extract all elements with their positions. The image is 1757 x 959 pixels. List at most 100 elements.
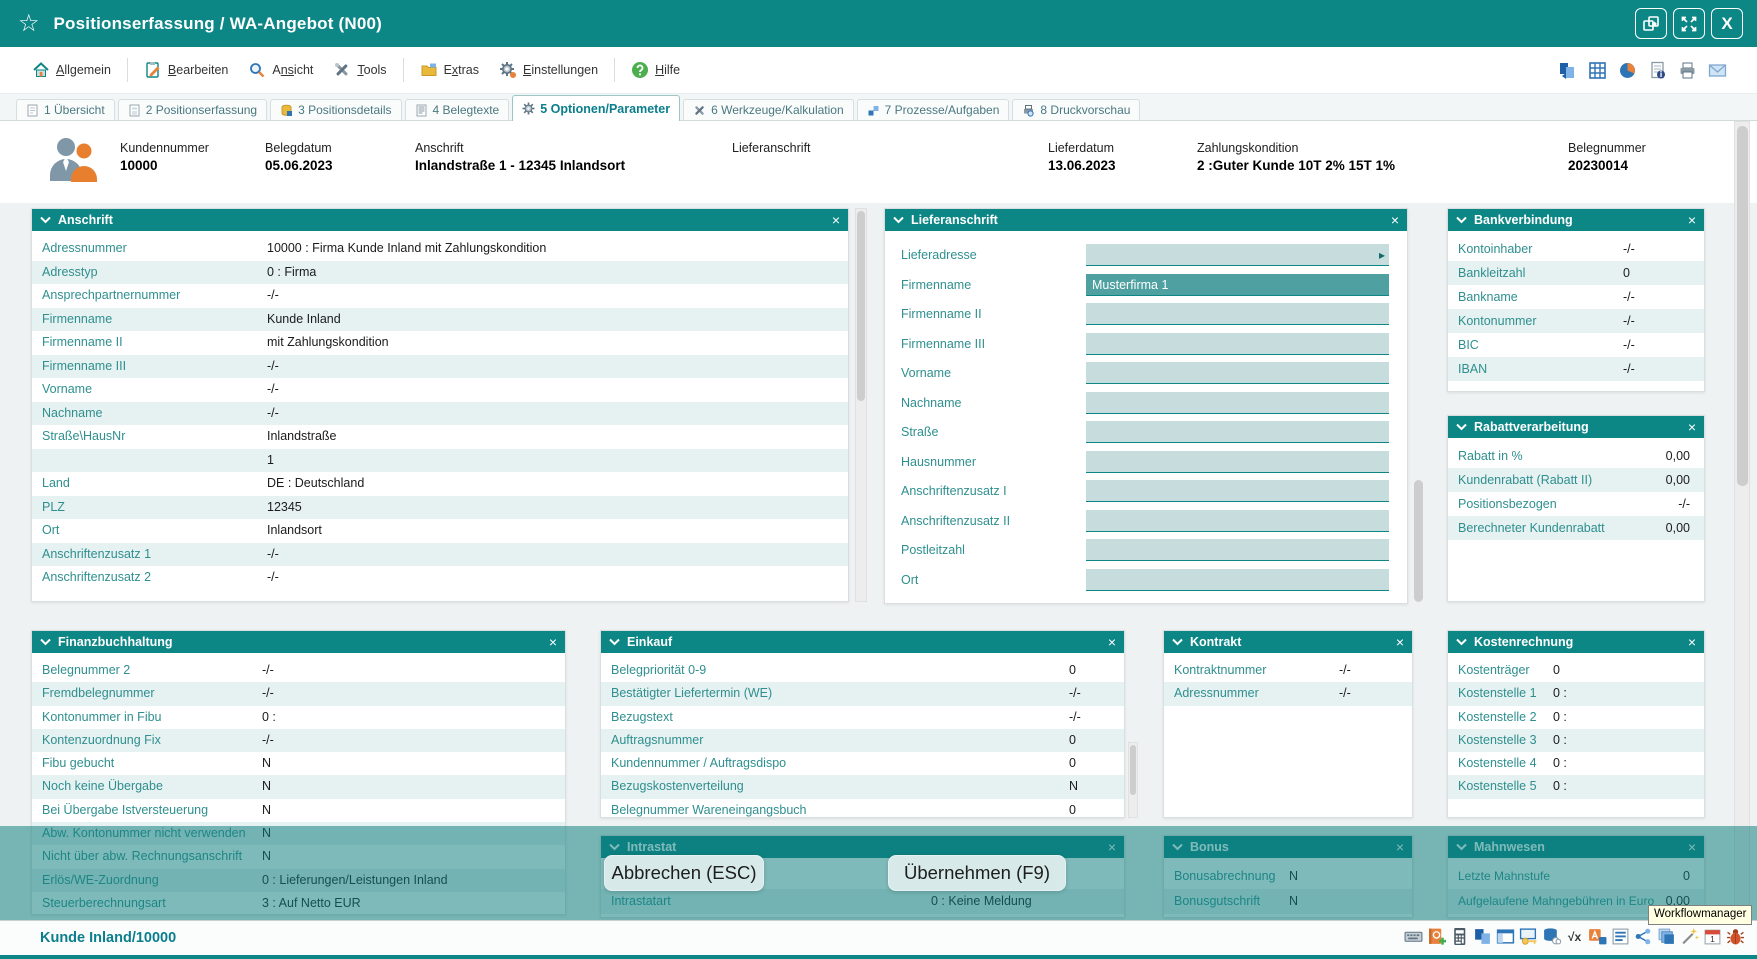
- close-icon[interactable]: [1396, 635, 1404, 649]
- field-value: Inlandstraße: [267, 425, 336, 449]
- field-value: 0 :: [1553, 706, 1567, 729]
- tab-prozesse-aufgaben[interactable]: 7 Prozesse/Aufgaben: [857, 99, 1010, 120]
- field-value: -/-: [1623, 357, 1635, 381]
- tab-druckvorschau[interactable]: 8 Druckvorschau: [1012, 99, 1140, 120]
- layers-icon[interactable]: [1657, 927, 1676, 946]
- text-input[interactable]: [1086, 333, 1389, 355]
- statusbar-accent-line: [0, 955, 1757, 959]
- field-row: Noch keine ÜbergabeN: [32, 775, 565, 798]
- chevron-down-icon[interactable]: [1172, 638, 1183, 646]
- tab-werkzeuge-kalkulation[interactable]: 6 Werkzeuge/Kalkulation: [683, 99, 854, 120]
- chevron-down-icon[interactable]: [609, 638, 620, 646]
- close-window-button[interactable]: X: [1711, 8, 1743, 39]
- field-value: -/-: [267, 355, 279, 379]
- field-row: OrtInlandsort: [32, 519, 848, 543]
- input-field-row: Anschriftenzusatz II: [885, 507, 1407, 537]
- text-input[interactable]: [1086, 362, 1389, 384]
- close-icon[interactable]: [1391, 213, 1399, 227]
- list-view-icon[interactable]: [1611, 927, 1630, 946]
- field-label: Rabatt in %: [1458, 444, 1523, 468]
- text-input[interactable]: [1086, 569, 1389, 591]
- close-icon[interactable]: [1688, 213, 1696, 227]
- field-row: Adresstyp0 : Firma: [32, 261, 848, 285]
- menu-separator: [403, 58, 404, 82]
- menu-item-label: Ansicht: [272, 63, 313, 77]
- text-input[interactable]: Musterfirma 1: [1086, 274, 1389, 296]
- contacts-book-icon[interactable]: [1427, 927, 1446, 946]
- menu-item-hilfe[interactable]: Hilfe: [621, 56, 690, 84]
- text-input[interactable]: [1086, 244, 1389, 266]
- field-row: Bezugstext-/-: [601, 706, 1124, 729]
- text-input[interactable]: [1086, 510, 1389, 532]
- translate-icon[interactable]: [1588, 927, 1607, 946]
- field-label: Bestätigter Liefertermin (WE): [611, 682, 772, 705]
- keyboard-icon[interactable]: [1404, 927, 1423, 946]
- bug-icon[interactable]: [1726, 927, 1745, 946]
- database-sync-icon[interactable]: [1542, 927, 1561, 946]
- cancel-button[interactable]: Abbrechen (ESC): [604, 855, 764, 891]
- menu-item-tools[interactable]: Tools: [323, 56, 396, 84]
- page-scrollbar[interactable]: [1734, 121, 1750, 920]
- menu-item-ansicht[interactable]: Ansicht: [238, 56, 323, 84]
- close-icon[interactable]: [1688, 635, 1696, 649]
- maximize-button[interactable]: [1673, 8, 1705, 39]
- magic-wand-icon[interactable]: [1680, 927, 1699, 946]
- favorite-star-icon[interactable]: ☆: [18, 12, 40, 36]
- field-label: Kontenzuordnung Fix: [42, 729, 161, 752]
- input-field-row: Firmenname II: [885, 300, 1407, 330]
- menu-item-bearbeiten[interactable]: Bearbeiten: [134, 56, 238, 84]
- window-key-icon[interactable]: [1519, 927, 1538, 946]
- field-row: BezugskostenverteilungN: [601, 775, 1124, 798]
- menu-item-extras[interactable]: Extras: [410, 56, 489, 84]
- calendar-icon[interactable]: 1: [1703, 927, 1722, 946]
- text-input[interactable]: [1086, 539, 1389, 561]
- popout-window-button[interactable]: [1635, 8, 1667, 39]
- calculator-icon[interactable]: [1450, 927, 1469, 946]
- tab-belegtexte[interactable]: 4 Belegtexte: [405, 99, 510, 120]
- table-grid-icon[interactable]: [1588, 61, 1607, 80]
- share-network-icon[interactable]: [1634, 927, 1653, 946]
- chevron-down-icon[interactable]: [893, 216, 904, 224]
- window-panel-icon[interactable]: [1496, 927, 1515, 946]
- tab-optionen-parameter[interactable]: 5 Optionen/Parameter: [512, 95, 680, 121]
- field-label: Kostenstelle 4: [1458, 752, 1537, 775]
- pie-chart-icon[interactable]: [1618, 61, 1637, 80]
- chevron-down-icon[interactable]: [40, 216, 51, 224]
- field-row: Firmenname III-/-: [32, 355, 848, 379]
- text-input[interactable]: [1086, 451, 1389, 473]
- menu-item-allgemein[interactable]: Allgemein: [22, 56, 121, 84]
- chevron-down-icon[interactable]: [1456, 423, 1467, 431]
- printer-icon[interactable]: [1678, 61, 1697, 80]
- document-info-icon[interactable]: [1648, 61, 1667, 80]
- panel-title: Kostenrechnung: [1474, 635, 1681, 649]
- chevron-down-icon[interactable]: [1456, 638, 1467, 646]
- einkauf-scrollbar[interactable]: [1128, 742, 1138, 818]
- swap-pages-icon[interactable]: [1558, 61, 1577, 80]
- close-icon[interactable]: [1688, 420, 1696, 434]
- menu-separator: [614, 58, 615, 82]
- text-input[interactable]: [1086, 421, 1389, 443]
- apply-button[interactable]: Übernehmen (F9): [888, 855, 1066, 891]
- chevron-down-icon[interactable]: [40, 638, 51, 646]
- text-input[interactable]: [1086, 392, 1389, 414]
- close-icon[interactable]: [1108, 635, 1116, 649]
- formula-sqrt-icon[interactable]: √x: [1565, 927, 1584, 946]
- lieferanschrift-scrollbar[interactable]: [1414, 480, 1423, 602]
- tab-positionsdetails[interactable]: 3 Positionsdetails: [270, 99, 401, 120]
- text-input[interactable]: [1086, 303, 1389, 325]
- field-row: Positionsbezogen-/-: [1448, 492, 1704, 516]
- close-icon[interactable]: [832, 213, 840, 227]
- field-label: Kostenstelle 3: [1458, 729, 1537, 752]
- swap-icon[interactable]: [1473, 927, 1492, 946]
- field-label: PLZ: [42, 496, 65, 520]
- chevron-down-icon[interactable]: [1456, 216, 1467, 224]
- menu-item-einstellungen[interactable]: Einstellungen: [489, 56, 608, 84]
- mail-icon[interactable]: [1708, 61, 1727, 80]
- text-input[interactable]: [1086, 480, 1389, 502]
- tab-uebersicht[interactable]: 1 Übersicht: [16, 99, 115, 120]
- anschrift-scrollbar[interactable]: [855, 208, 867, 602]
- field-label: Bezugstext: [611, 706, 673, 729]
- field-row: FirmennameKunde Inland: [32, 308, 848, 332]
- tab-positionserfassung[interactable]: 2 Positionserfassung: [118, 99, 267, 120]
- close-icon[interactable]: [549, 635, 557, 649]
